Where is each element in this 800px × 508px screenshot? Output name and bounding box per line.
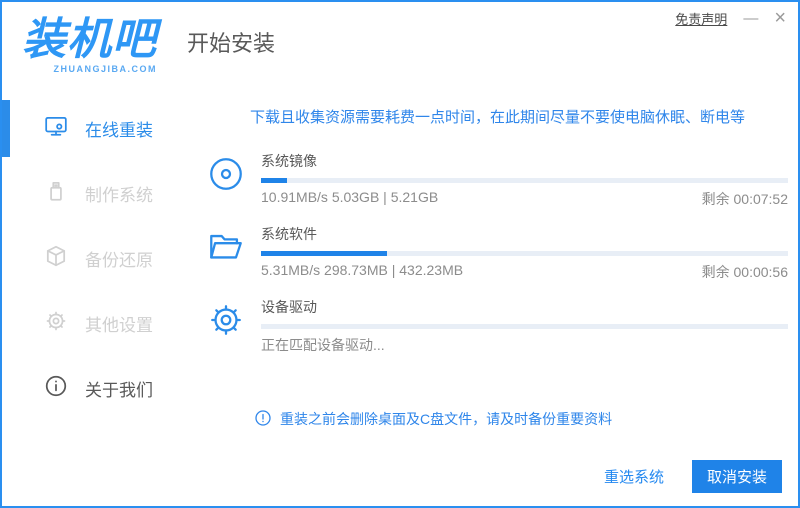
usb-icon: [44, 179, 68, 208]
disc-icon: [207, 155, 245, 193]
window-body: 在线重装 制作系统 备份还原 其他设置 关于我们 下载且收集资源需要耗费一点时间…: [2, 90, 798, 506]
progress-bar: [261, 324, 788, 329]
backup-reminder: 重装之前会删除桌面及C盘文件，请及时备份重要资料: [255, 409, 788, 429]
progress-fill: [261, 178, 288, 183]
window-controls: 免责声明 — ×: [675, 8, 786, 28]
app-logo: 装机吧 ZHUANGJIBA.COM: [22, 18, 157, 74]
sidebar-item-label: 关于我们: [85, 381, 153, 400]
app-logo-subtitle: ZHUANGJIBA.COM: [53, 64, 157, 74]
task-remaining: 剩余 00:07:52: [701, 191, 788, 207]
progress-fill: [261, 251, 388, 256]
gear-icon: [207, 301, 245, 339]
footer-actions: 重选系统 取消安装: [598, 460, 782, 493]
task-title: 设备驱动: [261, 299, 317, 315]
main-content: 下载且收集资源需要耗费一点时间，在此期间尽量不要使电脑休眠、断电等 系统镜像 1…: [192, 90, 798, 506]
info-icon: [44, 374, 68, 403]
page-title: 开始安装: [187, 31, 276, 56]
installer-window: 装机吧 ZHUANGJIBA.COM 开始安装 免责声明 — × 在线重装 制作…: [0, 0, 800, 508]
close-icon[interactable]: ×: [774, 8, 786, 28]
sidebar-item-label: 备份还原: [85, 251, 153, 270]
sidebar-item-online-reinstall[interactable]: 在线重装: [2, 96, 192, 161]
task-remaining: 剩余 00:00:56: [701, 264, 788, 280]
task-status: 正在匹配设备驱动...: [261, 337, 385, 353]
open-folder-icon: [207, 228, 245, 266]
sidebar: 在线重装 制作系统 备份还原 其他设置 关于我们: [2, 90, 192, 506]
sidebar-item-other-settings[interactable]: 其他设置: [2, 291, 192, 356]
task-title: 系统镜像: [261, 153, 317, 169]
reselect-system-button[interactable]: 重选系统: [598, 465, 670, 488]
sidebar-item-backup-restore[interactable]: 备份还原: [2, 226, 192, 291]
monitor-icon: [44, 114, 68, 143]
task-row-system-software: 系统软件 5.31MB/s 298.73MB | 432.23MB 剩余 00:…: [207, 224, 788, 282]
backup-box-icon: [44, 244, 68, 273]
app-logo-title: 装机吧: [22, 15, 157, 64]
task-row-device-driver: 设备驱动 正在匹配设备驱动...: [207, 297, 788, 355]
disclaimer-link[interactable]: 免责声明: [675, 9, 727, 28]
download-warning-text: 下载且收集资源需要耗费一点时间，在此期间尽量不要使电脑休眠、断电等: [249, 109, 745, 126]
header: 装机吧 ZHUANGJIBA.COM 开始安装 免责声明 — ×: [2, 2, 798, 90]
task-title: 系统软件: [261, 226, 317, 242]
progress-bar: [261, 251, 788, 256]
backup-reminder-text: 重装之前会删除桌面及C盘文件，请及时备份重要资料: [280, 411, 613, 427]
sidebar-item-label: 在线重装: [85, 121, 153, 140]
sidebar-item-make-system[interactable]: 制作系统: [2, 161, 192, 226]
cancel-install-button[interactable]: 取消安装: [692, 460, 782, 493]
task-row-system-image: 系统镜像 10.91MB/s 5.03GB | 5.21GB 剩余 00:07:…: [207, 151, 788, 209]
sidebar-item-about-us[interactable]: 关于我们: [2, 356, 192, 421]
sidebar-item-label: 制作系统: [85, 186, 153, 205]
task-list: 系统镜像 10.91MB/s 5.03GB | 5.21GB 剩余 00:07:…: [207, 151, 788, 355]
alert-circle-icon: [255, 409, 271, 429]
gear-icon: [44, 309, 68, 338]
task-stats: 5.31MB/s 298.73MB | 432.23MB: [261, 262, 464, 278]
progress-bar: [261, 178, 788, 183]
task-stats: 10.91MB/s 5.03GB | 5.21GB: [261, 189, 439, 205]
minimize-icon[interactable]: —: [743, 11, 758, 26]
sidebar-item-label: 其他设置: [85, 316, 153, 335]
